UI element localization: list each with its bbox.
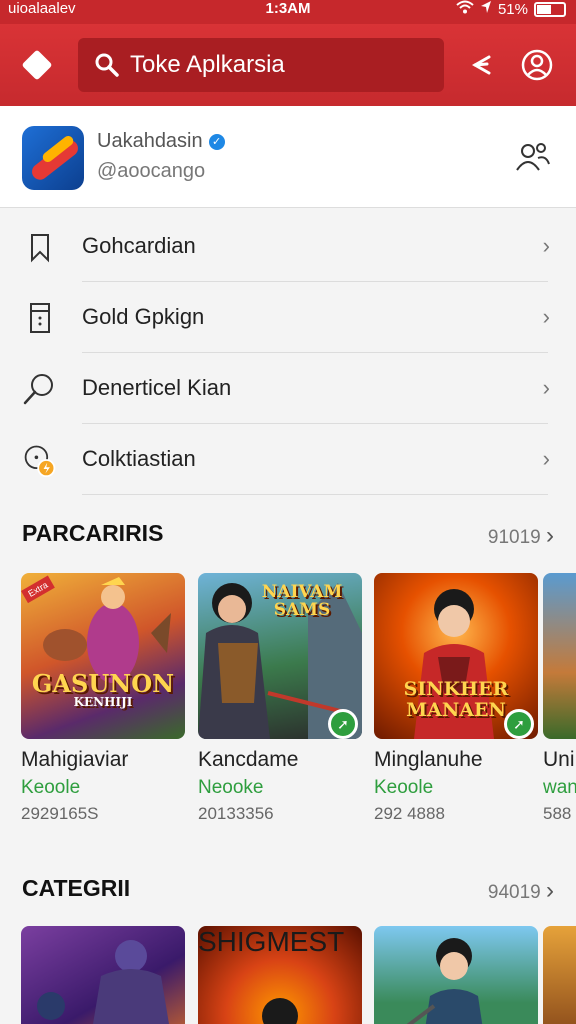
avatar (22, 126, 84, 190)
document-icon (22, 300, 58, 336)
category-thumbnail[interactable] (543, 926, 576, 1024)
category-thumbnail[interactable]: SHIGMEST (198, 926, 362, 1024)
search-icon (22, 371, 58, 407)
category-carousel: SHIGMEST (0, 926, 576, 1024)
game-art-title: NAIVAM SAMS (261, 582, 343, 620)
app-developer: Keoole (21, 777, 81, 798)
chevron-right-icon: › (542, 375, 550, 400)
app-card[interactable]: Uni wan 588 (543, 573, 576, 824)
collection-icon (22, 442, 58, 478)
app-downloads: 588 (543, 804, 572, 823)
app-thumbnail: SINKHER MANAEN ➚ (374, 573, 538, 739)
verified-icon: ✓ (208, 133, 225, 150)
app-downloads: 292 4888 (374, 804, 445, 823)
app-developer: wan (543, 777, 576, 798)
app-thumbnail (543, 573, 576, 739)
bookmark-icon (22, 229, 58, 265)
menu-item-denerticel-kian[interactable]: Denerticel Kian › (0, 353, 576, 424)
app-name: Uni (543, 748, 575, 771)
battery-percent: 51% (497, 0, 528, 18)
search-text: Toke Aplkarsia (130, 51, 285, 78)
search-bar[interactable]: Toke Aplkarsia (78, 38, 444, 92)
switch-account-icon[interactable] (516, 142, 550, 177)
status-icons: 51% (456, 0, 566, 18)
app-thumbnail: Extra GASUNON KENHIJI (21, 573, 185, 739)
app-name: Kancdame (198, 748, 299, 771)
app-name: Minglanuhe (374, 748, 483, 771)
account-name-row: Uakahdasin ✓ (97, 130, 225, 153)
location-icon (480, 0, 492, 18)
app-carousel: Extra GASUNON KENHIJI Mahigiaviar Keoole… (0, 573, 576, 853)
install-badge-icon: ➚ (504, 709, 534, 739)
profile-icon[interactable] (518, 46, 556, 84)
app-card[interactable]: SINKHER MANAEN ➚ Minglanuhe Keoole 292 4… (374, 573, 538, 824)
section-title: CATEGRII (22, 875, 131, 901)
status-bar: uioalaalev 1:3AM 51% (0, 0, 576, 24)
battery-icon (534, 1, 566, 17)
app-logo-icon[interactable] (21, 49, 53, 81)
app-developer: Keoole (374, 777, 434, 798)
app-card[interactable]: Extra GASUNON KENHIJI Mahigiaviar Keoole… (21, 573, 185, 824)
account-name: Uakahdasin (97, 130, 203, 152)
menu-item-colktiastian[interactable]: Colktiastian › (0, 424, 576, 495)
app-name: Mahigiaviar (21, 748, 129, 771)
app-bar: Toke Aplkarsia (0, 24, 576, 106)
category-thumbnail[interactable] (21, 926, 185, 1024)
app-card[interactable]: NAIVAM SAMS ➚ Kancdame Neooke 20133356 (198, 573, 362, 824)
section-count: 91019 › (487, 522, 554, 549)
account-handle: @aoocango (97, 160, 206, 182)
app-downloads: 2929165S (21, 804, 99, 823)
chevron-right-icon: › (542, 233, 550, 258)
divider (82, 494, 548, 495)
menu-item-label: Gohcardian (82, 233, 196, 258)
app-developer: Neooke (198, 777, 264, 798)
chevron-right-icon: › (546, 522, 554, 549)
category-thumbnail[interactable] (374, 926, 538, 1024)
chevron-right-icon: › (546, 877, 554, 904)
chevron-right-icon: › (542, 446, 550, 471)
section-title: PARCARIRIS (22, 520, 164, 546)
install-badge-icon: ➚ (328, 709, 358, 739)
menu-item-label: Denerticel Kian (82, 375, 232, 400)
section-header[interactable]: CATEGRII 94019 › (22, 875, 554, 905)
menu-list: Gohcardian › Gold Gpkign › Denerticel Ki… (0, 211, 576, 495)
menu-item-gold-gpkign[interactable]: Gold Gpkign › (0, 282, 576, 353)
account-header[interactable]: Uakahdasin ✓ @aoocango (0, 106, 576, 208)
chevron-right-icon: › (542, 304, 550, 329)
section-header[interactable]: PARCARIRIS 91019 › (22, 520, 554, 550)
app-thumbnail: NAIVAM SAMS ➚ (198, 573, 362, 739)
menu-item-gohcardian[interactable]: Gohcardian › (0, 211, 576, 282)
game-art-subtitle: KENHIJI (73, 695, 133, 709)
search-icon (95, 53, 119, 77)
wifi-icon (456, 0, 474, 18)
menu-item-label: Colktiastian (82, 446, 196, 471)
game-art-title: GASUNON (31, 669, 175, 698)
section-count: 94019 › (487, 877, 554, 904)
menu-item-label: Gold Gpkign (82, 304, 205, 329)
share-icon[interactable] (462, 46, 500, 84)
app-downloads: 20133356 (198, 804, 274, 823)
